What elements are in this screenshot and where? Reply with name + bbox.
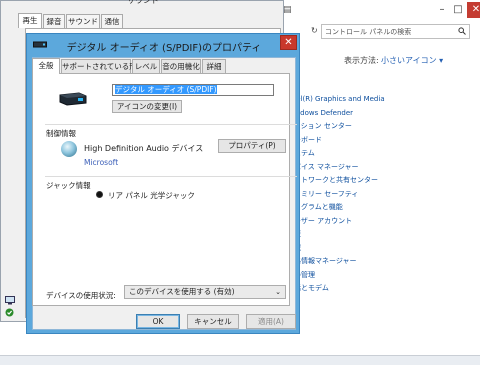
control-panel-titlebar: ▤ – □ ✕ [283, 0, 480, 22]
close-button[interactable]: ✕ [467, 2, 480, 18]
jack-info-heading: ジャック情報 [46, 181, 91, 190]
dialog-close-button[interactable]: ✕ [280, 35, 297, 50]
digital-audio-device-icon [59, 92, 87, 106]
list-item[interactable]: Windows Defender [287, 107, 480, 121]
audio-controller-icon [61, 141, 77, 157]
controller-info-heading: 制御情報 [46, 129, 76, 138]
monitor-icon [5, 296, 15, 305]
tab-communications[interactable]: 通信 [101, 14, 123, 28]
tab-supported-formats[interactable]: サポートされている形式 [61, 59, 144, 73]
device-usage-select[interactable]: このデバイスを使用する (有効) ⌄ [124, 285, 286, 299]
list-item[interactable]: ユーザー アカウント [287, 215, 480, 229]
status-ok-icon [5, 308, 14, 317]
list-item[interactable]: 回復 [287, 228, 480, 242]
list-item[interactable]: デバイス マネージャー [287, 161, 480, 175]
minimize-button[interactable]: – [435, 2, 449, 18]
list-item[interactable]: 色の管理 [287, 269, 480, 283]
divider [45, 176, 297, 177]
view-by-label: 表示方法: [344, 56, 379, 65]
tab-enhancements[interactable]: 音の用機化 [161, 59, 201, 73]
list-item[interactable]: ファミリー セーフティ [287, 188, 480, 202]
search-icon[interactable] [458, 27, 466, 35]
device-name-field[interactable]: デジタル オーディオ (S/PDIF) [112, 84, 274, 96]
list-item[interactable]: プログラムと機能 [287, 201, 480, 215]
status-bar [0, 355, 480, 365]
control-panel-address-bar: ↻ コントロール パネルの検索 [283, 24, 480, 40]
tab-playback[interactable]: 再生 [18, 13, 42, 28]
list-item[interactable]: 電話とモデム [287, 282, 480, 296]
dialog-title: デジタル オーディオ (S/PDIF)のプロパティ [66, 43, 262, 54]
refresh-icon[interactable]: ↻ [311, 26, 318, 35]
device-usage-label: デバイスの使用状況: [46, 291, 116, 300]
device-name-value: デジタル オーディオ (S/PDIF) [115, 85, 217, 94]
tab-sounds[interactable]: サウンド [66, 14, 100, 28]
list-item[interactable]: アクション センター [287, 120, 480, 134]
jack-description: リア パネル 光学ジャック [108, 191, 195, 200]
tab-recording[interactable]: 録音 [43, 14, 65, 28]
search-placeholder: コントロール パネルの検索 [325, 28, 412, 36]
list-item[interactable]: 地域 [287, 242, 480, 256]
jack-color-indicator [96, 191, 103, 198]
chevron-down-icon: ⌄ [275, 288, 281, 296]
controller-name: High Definition Audio デバイス [84, 144, 204, 153]
tab-general[interactable]: 全般 [32, 58, 60, 74]
list-item[interactable]: キーボード [287, 134, 480, 148]
change-icon-button[interactable]: アイコンの変更(I) [112, 100, 182, 113]
control-panel-item-list: Intel(R) Graphics and Media Windows Defe… [287, 93, 480, 296]
list-item[interactable]: ネットワークと共有センター [287, 174, 480, 188]
tab-levels[interactable]: レベル [132, 59, 160, 73]
apply-button[interactable]: 適用(A) [246, 314, 296, 329]
dialog-tab-bar: 全般 サポートされている形式 レベル 音の用機化 詳細 [32, 58, 296, 74]
list-item[interactable]: システム [287, 147, 480, 161]
list-item[interactable]: Intel(R) Graphics and Media [287, 93, 480, 107]
ok-button[interactable]: OK [136, 314, 180, 329]
cancel-button[interactable]: キャンセル [187, 314, 239, 329]
list-item[interactable]: 資格情報マネージャー [287, 255, 480, 269]
sound-window-title: サウンド [127, 0, 159, 5]
tab-advanced[interactable]: 詳細 [202, 59, 226, 73]
view-by-dropdown[interactable]: 小さいアイコン ▾ [381, 55, 443, 66]
divider [45, 124, 297, 125]
controller-properties-button[interactable]: プロパティ(P) [218, 139, 286, 153]
device-usage-value: このデバイスを使用する (有効) [129, 287, 235, 296]
controller-vendor: Microsoft [84, 158, 119, 167]
maximize-button[interactable]: □ [451, 2, 465, 18]
search-input[interactable]: コントロール パネルの検索 [321, 24, 470, 39]
